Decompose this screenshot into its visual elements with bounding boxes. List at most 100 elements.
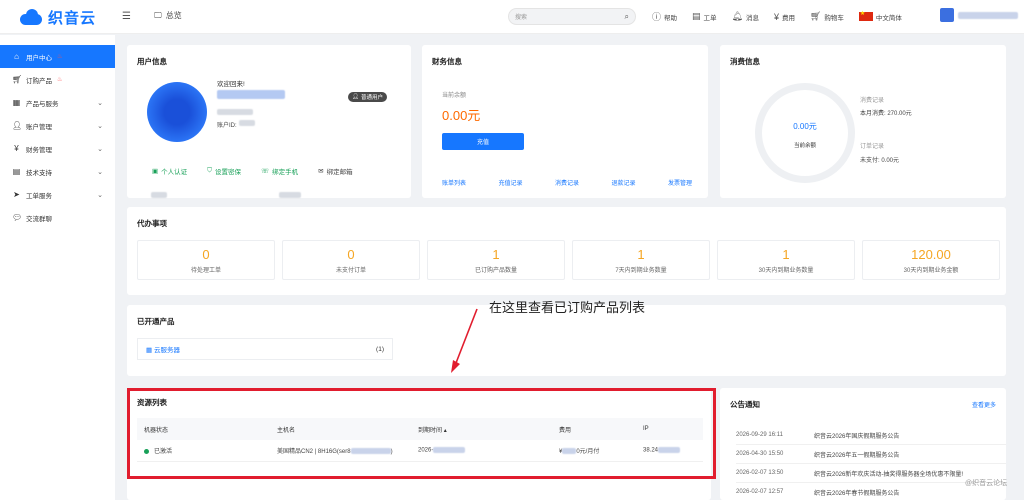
todo-ordered-products[interactable]: 1 已订购产品数量: [427, 240, 565, 280]
cloud-logo-icon: [18, 9, 44, 25]
notice-list: 2026-09-29 16:11 织音云2026年国庆假期服务公告 2026-04…: [736, 426, 1006, 500]
notice-date: 2026-04-30 15:50: [736, 451, 784, 457]
search-placeholder: 搜索: [515, 15, 528, 21]
uid-blurred: [239, 120, 255, 126]
search-icon[interactable]: ⌕: [625, 12, 629, 22]
todo-label: 已订购产品数量: [474, 268, 517, 274]
consumption-title: 消费信息: [730, 57, 760, 66]
sidebar-item-label: 订购产品: [26, 77, 52, 85]
nav-cart[interactable]: 🛒︎ 购物车: [810, 11, 844, 22]
bell-icon: 🔔︎: [731, 11, 743, 21]
annotation-text: 在这里查看已订购产品列表: [489, 300, 646, 315]
search-input[interactable]: 搜索 ⌕: [508, 8, 636, 25]
china-flag-icon: [858, 10, 873, 21]
link-invoice-management[interactable]: 发票管理: [668, 178, 692, 187]
todo-label: 待处理工单: [190, 268, 221, 274]
hot-icon: ♨: [57, 77, 63, 83]
link-consumption-records[interactable]: 消费记录: [555, 178, 579, 187]
yuan-circle-icon: ¥: [14, 144, 19, 153]
sidebar-item-label: 账户管理: [26, 123, 52, 131]
nav-fees[interactable]: ¥ 费用: [774, 12, 795, 22]
shield-check-icon: ⛉: [207, 167, 213, 174]
chevron-down-icon: ⌄: [97, 191, 103, 199]
todo-expiring-30d[interactable]: 1 30天内到期业务数量: [717, 240, 855, 280]
list-item[interactable]: 2026-09-29 16:11 织音云2026年国庆假期服务公告: [736, 426, 1006, 445]
todo-pending-tickets[interactable]: 0 待处理工单: [137, 240, 275, 280]
todo-title: 代办事项: [137, 219, 167, 228]
nav-cart-label: 购物车: [824, 14, 844, 22]
link-recharge-records[interactable]: 充值记录: [498, 178, 522, 187]
consume-records-link[interactable]: 消费记录: [860, 95, 884, 104]
overview-label: 总览: [165, 11, 182, 20]
chevron-down-icon: ⌄: [97, 145, 103, 153]
ring-value: 0.00元: [793, 122, 817, 131]
todo-value: 1: [782, 247, 790, 262]
nav-ticket[interactable]: ▤ 工单: [692, 11, 717, 22]
overview-link[interactable]: 🖵 总览: [154, 10, 182, 21]
identity-blurred: [151, 192, 167, 198]
sidebar-item-tech-support[interactable]: ▤ 技术支持 ⌄: [0, 160, 115, 183]
link-refund-records[interactable]: 退款记录: [611, 178, 635, 187]
username-blurred: [217, 90, 285, 99]
sidebar-item-user-center[interactable]: ⌂ 用户中心 ♨: [0, 45, 115, 68]
order-records-link[interactable]: 订单记录: [860, 141, 884, 150]
verify-identity[interactable]: ▣ 个人认证: [152, 166, 187, 176]
user-menu[interactable]: [940, 8, 1018, 22]
notice-text: 织音云2026新年欢庆活动-抽奖得服务器全场优惠不限量!: [814, 471, 964, 478]
list-item[interactable]: 2026-04-30 15:50 织音云2026年五一假期服务公告: [736, 445, 1006, 464]
badge-label: 普通用户: [360, 95, 383, 101]
language-switch[interactable]: 中文简体: [858, 10, 902, 22]
todo-value: 0: [202, 247, 210, 262]
sidebar-item-ticket-service[interactable]: ➤ 工单服务 ⌄: [0, 183, 115, 206]
cart-icon: 🛒︎: [809, 11, 822, 21]
sidebar-item-label: 工单服务: [26, 192, 52, 200]
balance-amount: 0.00元: [442, 108, 481, 123]
todo-expiring-amount[interactable]: 120.00 30天内到期业务金额: [862, 240, 1000, 280]
verification-row: ▣ 个人认证 ⛉ 设置密保 ☏ 绑定手机 ✉ 绑定邮箱: [152, 166, 402, 176]
ticket-icon: ▤: [692, 11, 701, 21]
product-count: (1): [376, 345, 384, 353]
todo-grid: 0 待处理工单 0 未支付订单 1 已订购产品数量 1 7天内到期业务数量 1 30天内到…: [137, 240, 1000, 280]
send-icon: ➤: [13, 190, 20, 199]
ring-label: 当前余额: [793, 143, 816, 149]
menu-toggle-icon[interactable]: ☰: [122, 11, 131, 22]
verify-identity-label: 个人认证: [161, 169, 188, 176]
nav-messages[interactable]: 🔔︎ 消息: [732, 11, 759, 22]
home-icon: ⌂: [14, 52, 19, 61]
phone-blurred: [279, 192, 301, 198]
annotation-arrow-icon: [451, 308, 478, 373]
todo-value: 1: [637, 247, 645, 262]
finance-title: 财务信息: [432, 57, 462, 66]
view-more-link[interactable]: 查看更多: [972, 400, 996, 409]
user-icon: 👤︎: [352, 94, 359, 100]
verify-email[interactable]: ✉ 绑定邮箱: [318, 166, 352, 176]
sidebar-item-order-products[interactable]: 🛒︎ 订购产品 ♨: [0, 68, 115, 91]
grid-icon: ▦: [12, 98, 21, 107]
sidebar-item-label: 交流群聊: [26, 215, 52, 223]
help-circle-icon: ⓘ: [652, 12, 662, 22]
brand-name: 织音云: [48, 9, 97, 27]
todo-label: 30天内到期业务数量: [758, 268, 814, 274]
nav-help[interactable]: ⓘ 帮助: [652, 10, 677, 23]
chat-icon: 💬︎: [12, 213, 23, 222]
monitor-icon: 🖵: [154, 10, 162, 20]
todo-unpaid-orders[interactable]: 0 未支付订单: [282, 240, 420, 280]
verify-phone[interactable]: ☏ 绑定手机: [261, 166, 298, 176]
sidebar-item-finance[interactable]: ¥ 财务管理 ⌄: [0, 137, 115, 160]
product-cloud-server[interactable]: ▦ 云服务器 (1): [137, 338, 393, 360]
yuan-circle-icon: ¥: [773, 11, 779, 22]
todo-expiring-7d[interactable]: 1 7天内到期业务数量: [572, 240, 710, 280]
sidebar-item-products-services[interactable]: ▦ 产品与服务 ⌄: [0, 91, 115, 114]
sidebar-item-chat-group[interactable]: 💬︎ 交流群聊: [0, 206, 115, 229]
recharge-button[interactable]: 充值: [442, 133, 524, 150]
balance-label: 当前余额: [442, 93, 467, 99]
uid-label: 账户ID:: [217, 123, 237, 129]
watermark: @织音云论坛: [965, 480, 1008, 487]
sidebar-item-account[interactable]: 👤︎ 账户管理 ⌄: [0, 114, 115, 137]
chevron-down-icon: ⌄: [97, 122, 103, 130]
brand-logo[interactable]: 织音云: [18, 7, 96, 27]
sidebar-item-label: 产品与服务: [26, 100, 59, 108]
user-level-badge: 👤︎ 普通用户: [348, 92, 387, 102]
verify-security[interactable]: ⛉ 设置密保: [207, 166, 241, 176]
link-bill-list[interactable]: 账单列表: [442, 178, 466, 187]
